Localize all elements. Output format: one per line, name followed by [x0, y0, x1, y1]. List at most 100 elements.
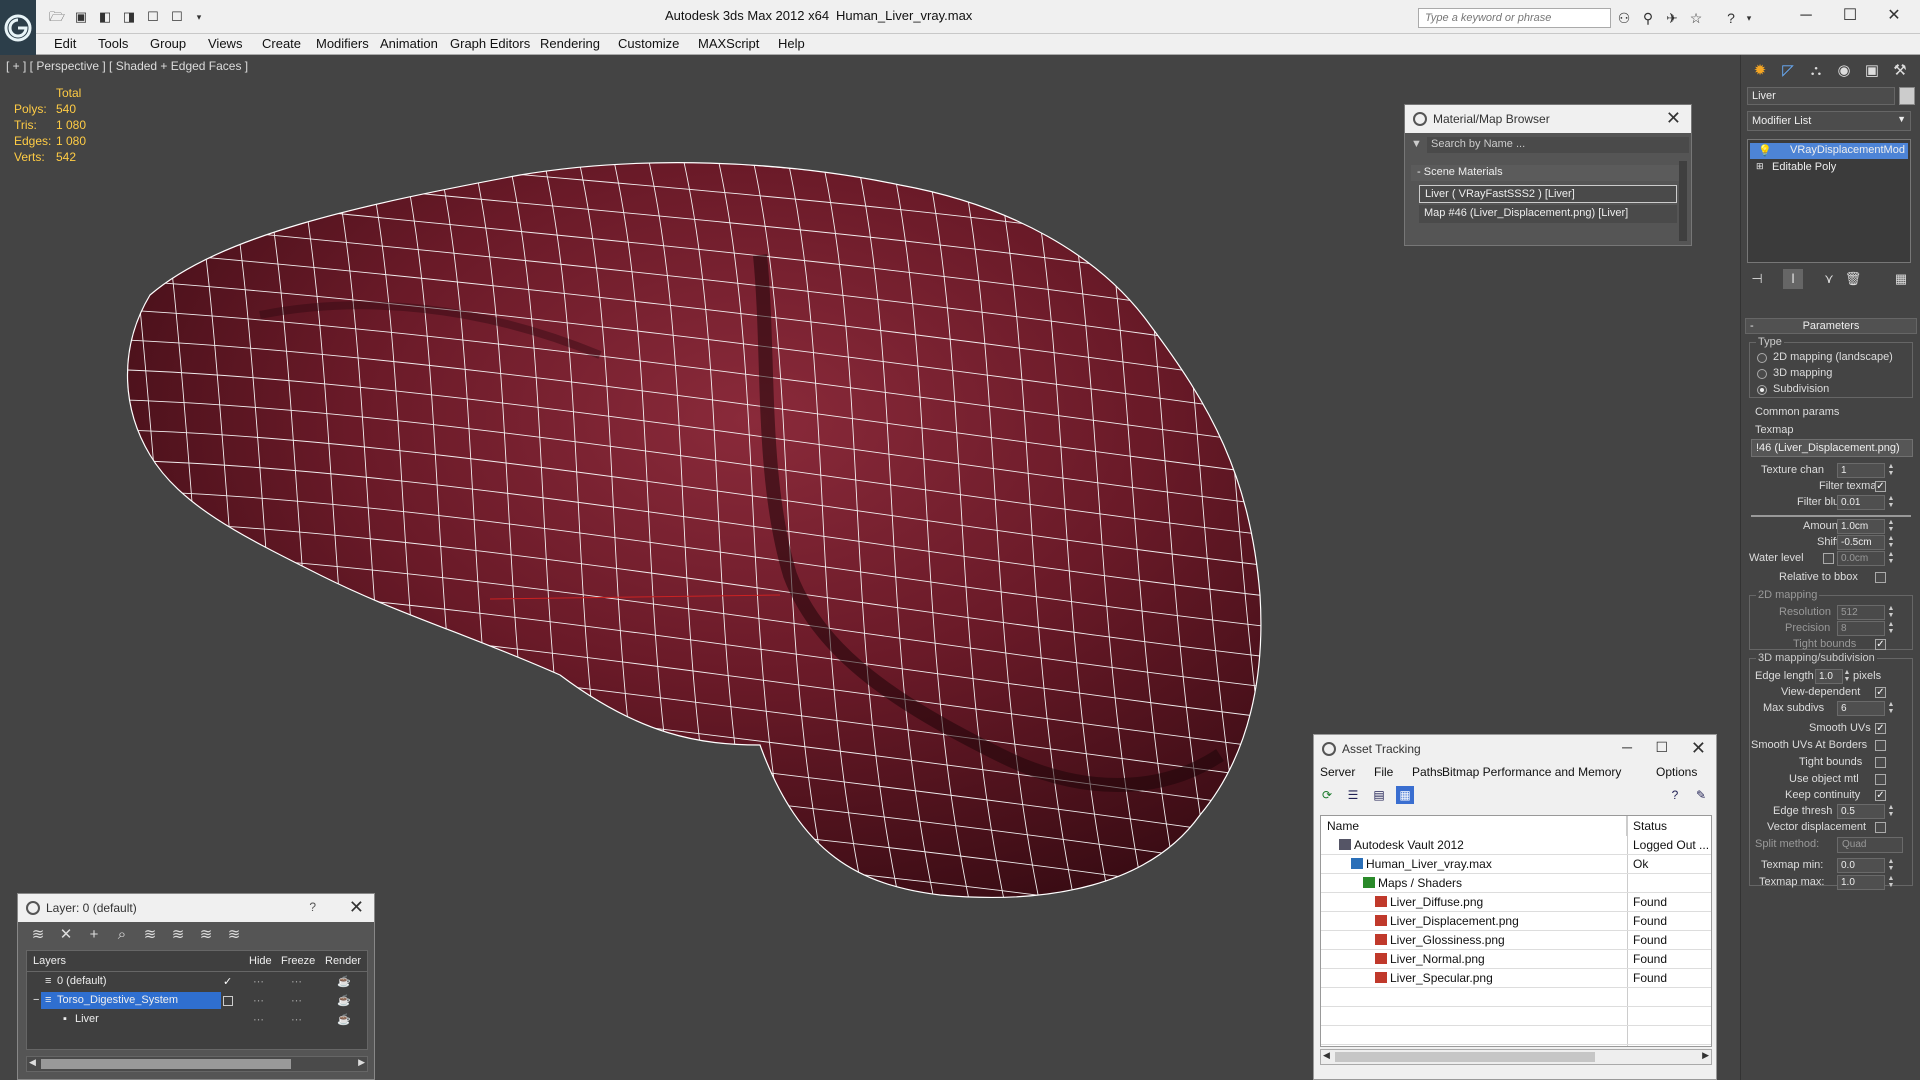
- menu-graph-editors[interactable]: Graph Editors: [450, 36, 530, 51]
- binoculars-icon[interactable]: ⚇: [1613, 8, 1635, 28]
- remove-modifier-icon[interactable]: 🗑: [1843, 269, 1863, 289]
- column-header-name[interactable]: Name: [1321, 816, 1627, 836]
- freeze-toggle[interactable]: ⋯: [291, 994, 302, 1007]
- scroll-right-icon[interactable]: ▶: [358, 1057, 365, 1068]
- asset-row[interactable]: Liver_Glossiness.png Found: [1321, 931, 1711, 950]
- texture-chan-spinner[interactable]: 1: [1837, 463, 1885, 478]
- menu-bitmap-performance[interactable]: Bitmap Performance and Memory: [1442, 765, 1621, 779]
- texmap-min-spinner[interactable]: 0.0: [1837, 858, 1885, 873]
- scrollbar-thumb[interactable]: [1335, 1052, 1595, 1062]
- maximize-icon[interactable]: ☐: [1832, 4, 1868, 28]
- spinner-arrows[interactable]: ▲ ▼: [1887, 804, 1895, 819]
- configure-sets-icon[interactable]: ▦: [1891, 269, 1911, 289]
- list-view-icon[interactable]: ☰: [1344, 786, 1362, 804]
- display-tab-icon[interactable]: ▣: [1859, 59, 1885, 83]
- scroll-left-icon[interactable]: ◀: [1323, 1050, 1330, 1061]
- asset-row[interactable]: Liver_Specular.png Found: [1321, 969, 1711, 988]
- minimize-icon[interactable]: ─: [1788, 4, 1824, 28]
- close-icon[interactable]: ✕: [1876, 4, 1912, 28]
- parameters-rollout-header[interactable]: - Parameters: [1745, 318, 1917, 334]
- save-file-icon[interactable]: ▣: [72, 9, 90, 25]
- asset-row[interactable]: Liver_Normal.png Found: [1321, 950, 1711, 969]
- highlight-layer-icon[interactable]: ≋: [168, 926, 188, 944]
- layer-row[interactable]: − ≡ Torso_Digestive_System ⋯ ⋯ ☕: [27, 992, 369, 1010]
- search-input[interactable]: Type a keyword or phrase: [1418, 8, 1611, 28]
- help-icon[interactable]: ?: [309, 900, 316, 914]
- stack-item-editable-poly[interactable]: ⊞ Editable Poly: [1750, 160, 1908, 176]
- scroll-right-icon[interactable]: ▶: [1702, 1050, 1709, 1061]
- menu-file[interactable]: File: [1374, 765, 1393, 779]
- menu-options[interactable]: Options: [1656, 765, 1697, 779]
- filter-icon[interactable]: ▼: [1411, 138, 1422, 150]
- keep-continuity-checkbox[interactable]: ✓: [1875, 790, 1886, 801]
- freeze-toggle[interactable]: ⋯: [291, 1013, 302, 1026]
- hide-toggle[interactable]: ⋯: [253, 975, 264, 988]
- scene-materials-group[interactable]: - Scene Materials: [1411, 165, 1681, 181]
- hide-toggle[interactable]: ⋯: [253, 994, 264, 1007]
- freeze-all-icon[interactable]: ≋: [224, 926, 244, 944]
- subscription-icon[interactable]: ⚲: [1637, 8, 1659, 28]
- radio-2d-mapping[interactable]: [1757, 353, 1767, 363]
- asset-tracking-header[interactable]: Asset Tracking ─ ☐ ✕: [1314, 735, 1716, 763]
- vault-settings-icon[interactable]: ✎: [1692, 786, 1710, 804]
- smooth-uvs-checkbox[interactable]: ✓: [1875, 723, 1886, 734]
- modifier-list-dropdown[interactable]: Modifier List ▼: [1747, 111, 1911, 131]
- close-icon[interactable]: ✕: [349, 897, 364, 918]
- select-layer-icon[interactable]: ≋: [140, 926, 160, 944]
- layer-dialog-header[interactable]: Layer: 0 (default) ? ✕: [18, 894, 374, 922]
- menu-animation[interactable]: Animation: [380, 36, 438, 51]
- freeze-toggle[interactable]: ⋯: [291, 975, 302, 988]
- spinner-arrows[interactable]: ▲ ▼: [1887, 605, 1895, 620]
- resolution-spinner[interactable]: 512: [1837, 605, 1885, 620]
- menu-rendering[interactable]: Rendering: [540, 36, 600, 51]
- edge-thresh-spinner[interactable]: 0.5: [1837, 804, 1885, 819]
- quick-access-dropdown-icon[interactable]: ▾: [190, 9, 208, 25]
- group-toggle-icon[interactable]: -: [1417, 166, 1421, 178]
- texmap-max-spinner[interactable]: 1.0: [1837, 875, 1885, 890]
- spinner-arrows[interactable]: ▲ ▼: [1887, 621, 1895, 636]
- edge-length-spinner[interactable]: 1.0: [1815, 669, 1843, 684]
- menu-server[interactable]: Server: [1320, 765, 1355, 779]
- material-item[interactable]: Liver ( VRayFastSSS2 ) [Liver]: [1419, 185, 1677, 203]
- tight-bounds-3d-checkbox[interactable]: [1875, 757, 1886, 768]
- use-object-mtl-checkbox[interactable]: [1875, 774, 1886, 785]
- collapse-icon[interactable]: −: [33, 994, 39, 1006]
- refresh-icon[interactable]: ⟳: [1318, 786, 1336, 804]
- delete-layer-icon[interactable]: ✕: [56, 926, 76, 944]
- column-header-status[interactable]: Status: [1627, 816, 1711, 836]
- menu-create[interactable]: Create: [262, 36, 301, 51]
- material-item[interactable]: Map #46 (Liver_Displacement.png) [Liver]: [1419, 205, 1677, 223]
- spinner-arrows[interactable]: ▲ ▼: [1887, 495, 1895, 510]
- render-teapot-icon[interactable]: ☕: [337, 1013, 351, 1026]
- texmap-button[interactable]: !46 (Liver_Displacement.png): [1751, 439, 1913, 457]
- radio-subdivision[interactable]: [1757, 385, 1767, 395]
- menu-edit[interactable]: Edit: [54, 36, 76, 51]
- column-header-layers[interactable]: Layers: [33, 955, 66, 967]
- modify-tab-icon[interactable]: ◸: [1775, 59, 1801, 83]
- asset-row[interactable]: Maps / Shaders: [1321, 874, 1711, 893]
- menu-help[interactable]: Help: [778, 36, 805, 51]
- asset-row[interactable]: Liver_Displacement.png Found: [1321, 912, 1711, 931]
- spinner-arrows[interactable]: ▲ ▼: [1887, 875, 1895, 890]
- menu-group[interactable]: Group: [150, 36, 186, 51]
- relative-bbox-checkbox[interactable]: [1875, 572, 1886, 583]
- motion-tab-icon[interactable]: ◉: [1831, 59, 1857, 83]
- close-icon[interactable]: ✕: [1691, 738, 1706, 759]
- fetch-icon[interactable]: ☐: [168, 9, 186, 25]
- hold-icon[interactable]: ☐: [144, 9, 162, 25]
- utilities-tab-icon[interactable]: ⚒: [1887, 59, 1913, 83]
- filter-texmap-checkbox[interactable]: ✓: [1875, 481, 1886, 492]
- spinner-arrows[interactable]: ▲ ▼: [1887, 551, 1895, 566]
- table-view-icon[interactable]: ▤: [1370, 786, 1388, 804]
- spinner-arrows[interactable]: ▲ ▼: [1887, 519, 1895, 534]
- shift-spinner[interactable]: -0.5cm: [1837, 535, 1885, 550]
- scrollbar[interactable]: [1679, 161, 1687, 241]
- precision-spinner[interactable]: 8: [1837, 621, 1885, 636]
- create-layer-icon[interactable]: +: [84, 926, 104, 944]
- lightbulb-icon[interactable]: 💡: [1758, 144, 1772, 157]
- make-unique-icon[interactable]: ⋎: [1819, 269, 1839, 289]
- spinner-arrows[interactable]: ▲ ▼: [1887, 701, 1895, 716]
- select-objects-icon[interactable]: ⌕: [112, 926, 132, 944]
- spinner-arrows[interactable]: ▲ ▼: [1887, 463, 1895, 478]
- spinner-arrows[interactable]: ▲ ▼: [1887, 535, 1895, 550]
